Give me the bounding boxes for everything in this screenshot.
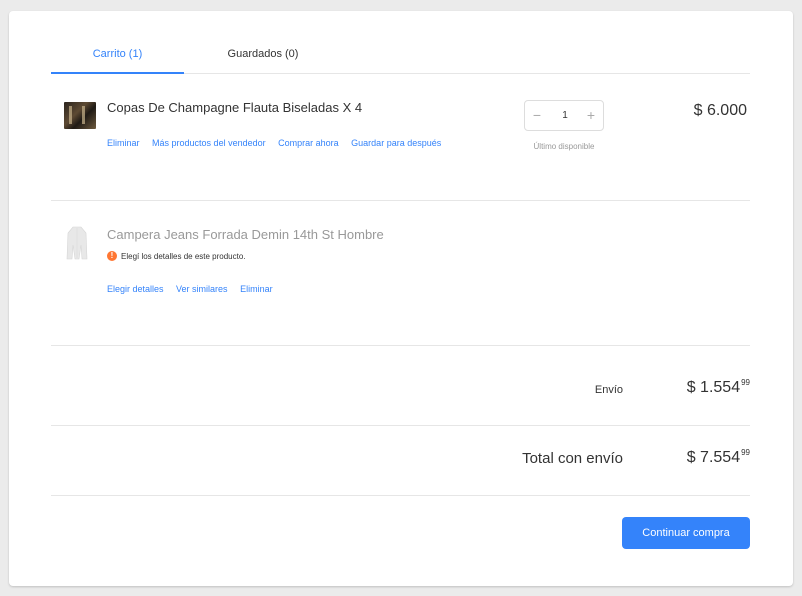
alert-icon: ! xyxy=(107,251,117,261)
minus-icon[interactable]: − xyxy=(529,107,545,123)
buy-now-link[interactable]: Comprar ahora xyxy=(278,138,339,148)
total-cents: 99 xyxy=(741,448,750,457)
quantity-value[interactable]: 1 xyxy=(551,110,579,121)
continue-purchase-button[interactable]: Continuar compra xyxy=(622,517,750,549)
quantity-stepper: − 1 + xyxy=(524,100,604,131)
product-thumbnail-champagne[interactable] xyxy=(64,102,96,129)
remove-link[interactable]: Eliminar xyxy=(107,138,140,148)
total-label: Total con envío xyxy=(522,450,623,467)
plus-icon[interactable]: + xyxy=(583,107,599,123)
cart-tabs: Carrito (1) Guardados (0) xyxy=(51,11,750,74)
shipping-label: Envío xyxy=(594,384,623,396)
item-actions: Eliminar Más productos del vendedor Comp… xyxy=(107,138,451,149)
warning-text: Elegí los detalles de este producto. xyxy=(121,251,246,261)
stock-note: Último disponible xyxy=(533,142,595,151)
item-title[interactable]: Copas De Champagne Flauta Biseladas X 4 xyxy=(107,100,362,115)
divider xyxy=(51,495,750,496)
divider xyxy=(51,200,750,201)
choose-details-link[interactable]: Elegir detalles xyxy=(107,284,164,294)
active-tab-indicator xyxy=(51,72,184,74)
item-actions: Elegir detalles Ver similares Eliminar xyxy=(107,284,283,295)
shipping-amount: $ 1.554 xyxy=(686,379,741,396)
shipping-cents: 99 xyxy=(741,378,750,387)
total-amount: $ 7.554 xyxy=(686,449,741,466)
product-thumbnail-jacket[interactable] xyxy=(66,225,88,261)
save-for-later-link[interactable]: Guardar para después xyxy=(351,138,441,148)
shipping-price: $ 1.55499 xyxy=(686,378,750,397)
details-warning: ! Elegí los detalles de este producto. xyxy=(107,251,246,261)
divider xyxy=(51,345,750,346)
total-price: $ 7.55499 xyxy=(686,448,750,467)
cart-panel: Carrito (1) Guardados (0) Copas De Champ… xyxy=(9,11,793,586)
item-price: $ 6.000 xyxy=(693,102,747,119)
divider xyxy=(51,425,750,426)
remove-link[interactable]: Eliminar xyxy=(240,284,273,294)
tab-cart[interactable]: Carrito (1) xyxy=(51,48,184,60)
see-similar-link[interactable]: Ver similares xyxy=(176,284,228,294)
tab-saved[interactable]: Guardados (0) xyxy=(193,48,333,60)
item-title[interactable]: Campera Jeans Forrada Demin 14th St Homb… xyxy=(107,227,384,242)
more-seller-products-link[interactable]: Más productos del vendedor xyxy=(152,138,266,148)
